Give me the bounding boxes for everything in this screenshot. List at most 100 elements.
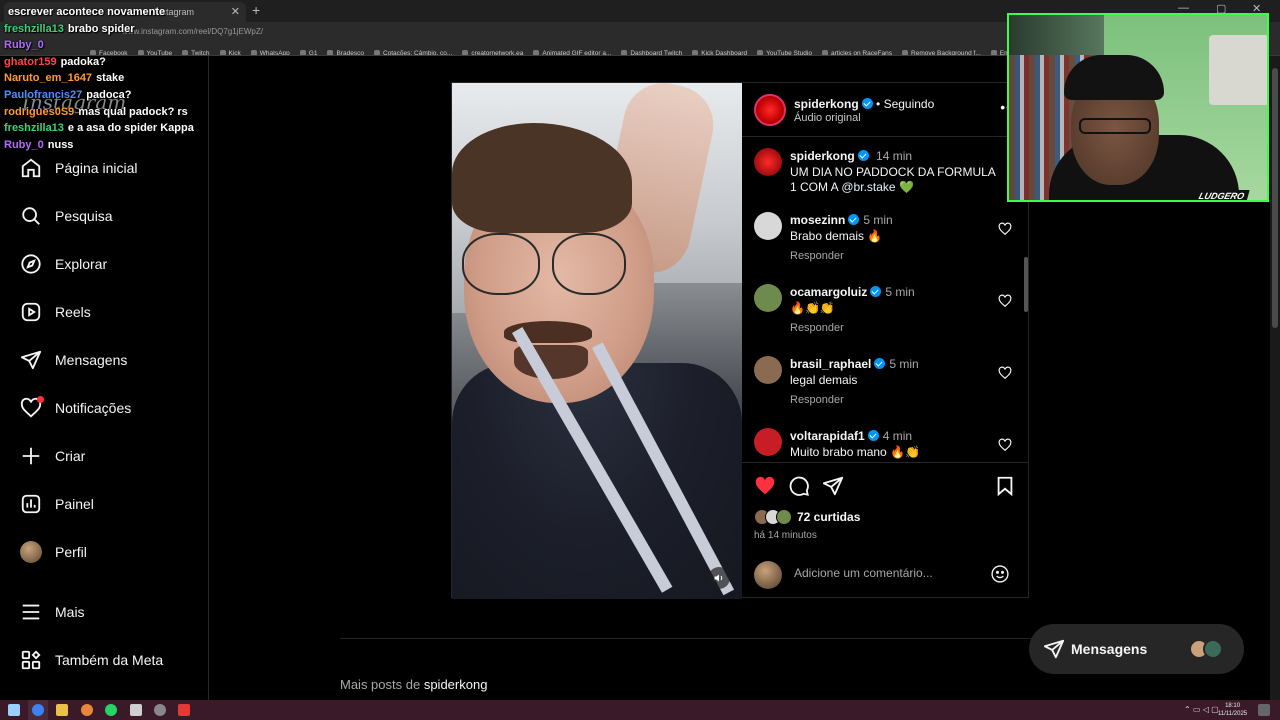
browser-icon[interactable] [32, 704, 44, 716]
app-icon[interactable] [130, 704, 142, 716]
bookmark-item[interactable]: articles on RaceFans [822, 47, 892, 55]
reply-button[interactable]: Responder [790, 394, 844, 406]
emoji-icon[interactable] [990, 564, 1010, 584]
reply-button[interactable]: Responder [790, 250, 844, 262]
more-posts-user[interactable]: spiderkong [424, 677, 488, 692]
nav-label: Página inicial [55, 160, 138, 176]
comment-like-icon[interactable] [998, 222, 1012, 236]
commenter-username[interactable]: mosezinn [790, 213, 845, 227]
chat-username: Paulofrancis27 [4, 88, 83, 101]
nav-reels[interactable]: Reels [20, 297, 91, 327]
likes-summary[interactable]: 72 curtidas [754, 509, 860, 525]
nav-home[interactable]: Página inicial [20, 153, 138, 183]
comment-time: 5 min [863, 213, 893, 227]
likes-count[interactable]: 72 curtidas [797, 510, 860, 524]
folder-icon[interactable] [56, 704, 68, 716]
avatar [754, 561, 782, 589]
caption-mention[interactable]: @br.stake [841, 180, 895, 194]
commenter-avatar[interactable] [754, 428, 782, 456]
messages-pill-button[interactable]: Mensagens [1029, 624, 1244, 674]
nav-create[interactable]: Criar [20, 441, 85, 471]
section-divider [340, 638, 1040, 639]
bookmark-item[interactable]: Bradesco [327, 47, 363, 55]
app-icon[interactable] [81, 704, 93, 716]
menu-icon [22, 604, 40, 620]
chat-message: freshzilla13 e a asa do spider Kappa [4, 120, 304, 137]
video-glasses [462, 233, 540, 295]
comment-like-icon[interactable] [998, 294, 1012, 308]
comments-list[interactable]: spiderkong 14 min UM DIA NO PADDOCK DA F… [742, 137, 1028, 462]
nav-explore[interactable]: Explorar [20, 249, 107, 279]
notifications-icon[interactable] [1258, 704, 1270, 716]
nav-dashboard[interactable]: Painel [20, 489, 94, 519]
app-icon[interactable] [178, 704, 190, 716]
chat-message: ghator159 padoka? [4, 54, 304, 71]
start-icon[interactable] [8, 704, 20, 716]
commenter-username[interactable]: brasil_raphael [790, 357, 871, 371]
bookmark-item[interactable]: Cotações: Câmbio, co... [374, 47, 452, 55]
post-modal: spiderkong • Seguindo Áudio original •••… [451, 82, 1029, 599]
comment-input[interactable] [794, 566, 984, 580]
chat-message: Paulofrancis27 padoca? [4, 87, 304, 104]
more-posts-heading: Mais posts de spiderkong [340, 677, 487, 692]
liker-avatar [776, 509, 792, 525]
webcam-cap [1064, 55, 1164, 100]
verified-badge-icon [857, 150, 869, 161]
commenter-avatar[interactable] [754, 212, 782, 240]
nav-profile[interactable]: Perfil [20, 537, 87, 567]
bookmark-item[interactable]: Dashboard Twitch [621, 47, 682, 55]
chat-text: nuss [47, 138, 74, 151]
reply-button[interactable]: Responder [790, 322, 844, 334]
like-heart-icon[interactable] [754, 475, 776, 497]
search-icon [22, 207, 40, 225]
follow-status[interactable]: • Seguindo [876, 97, 934, 111]
verified-badge-icon [848, 214, 860, 225]
post-side-panel: spiderkong • Seguindo Áudio original •••… [742, 83, 1028, 597]
nav-notifications[interactable]: Notificações [20, 393, 131, 423]
video-glasses [552, 233, 626, 295]
share-icon[interactable] [822, 475, 844, 497]
caption-time: 14 min [876, 149, 913, 163]
nav-more[interactable]: Mais [20, 597, 85, 627]
nav-also-from-meta[interactable]: Também da Meta [20, 645, 163, 675]
comment-time: 5 min [885, 285, 915, 299]
nav-search[interactable]: Pesquisa [20, 201, 113, 231]
comment-icon[interactable] [788, 475, 810, 497]
whatsapp-icon[interactable] [105, 704, 117, 716]
author-avatar[interactable] [754, 148, 782, 176]
post-actions: 72 curtidas há 14 minutos [742, 462, 1028, 597]
comment-like-icon[interactable] [998, 438, 1012, 452]
audio-label[interactable]: Áudio original [794, 112, 861, 124]
bookmark-item[interactable]: creatornetwork.ea [462, 47, 523, 55]
taskbar-clock[interactable]: 18:10 11/11/2025 [1218, 702, 1247, 718]
commenter-username[interactable]: voltarapidaf1 [790, 429, 865, 443]
bookmark-item[interactable]: Kick Dashboard [692, 47, 747, 55]
author-avatar[interactable] [754, 94, 786, 126]
chat-username: Naruto_em_1647 [4, 72, 93, 85]
bookmark-item[interactable]: Remove Background f... [902, 47, 981, 55]
reel-video[interactable] [452, 83, 742, 599]
scrollbar-thumb[interactable] [1272, 68, 1278, 328]
caption-author-line: spiderkong 14 min [790, 149, 912, 163]
commenter-avatar[interactable] [754, 356, 782, 384]
chat-text: escrever acontece novamente [8, 6, 166, 18]
more-posts-prefix: Mais posts de [340, 677, 421, 692]
comment-text: legal demais [790, 373, 858, 387]
comments-scrollbar[interactable] [1024, 257, 1028, 312]
system-tray-icons[interactable]: ⌃ ▭ ◁ ▢ [1184, 705, 1219, 714]
bookmark-item[interactable]: Animated GIF editor a... [533, 47, 611, 55]
author-username[interactable]: spiderkong [794, 97, 859, 111]
chat-message: escrever acontece novamente [4, 4, 304, 21]
caption-author[interactable]: spiderkong [790, 149, 855, 163]
commenter-username[interactable]: ocamargoluiz [790, 285, 867, 299]
page-scrollbar[interactable] [1270, 56, 1280, 700]
comment-like-icon[interactable] [998, 366, 1012, 380]
nav-messages[interactable]: Mensagens [20, 345, 127, 375]
commenter-avatar[interactable] [754, 284, 782, 312]
save-bookmark-icon[interactable] [994, 475, 1016, 497]
audio-toggle-button[interactable] [708, 567, 730, 589]
chat-text: e a asa do spider Kappa [67, 122, 194, 135]
bookmark-item[interactable]: YouTube Studio [757, 47, 812, 55]
chat-text: padoca? [86, 88, 132, 101]
app-icon[interactable] [154, 704, 166, 716]
